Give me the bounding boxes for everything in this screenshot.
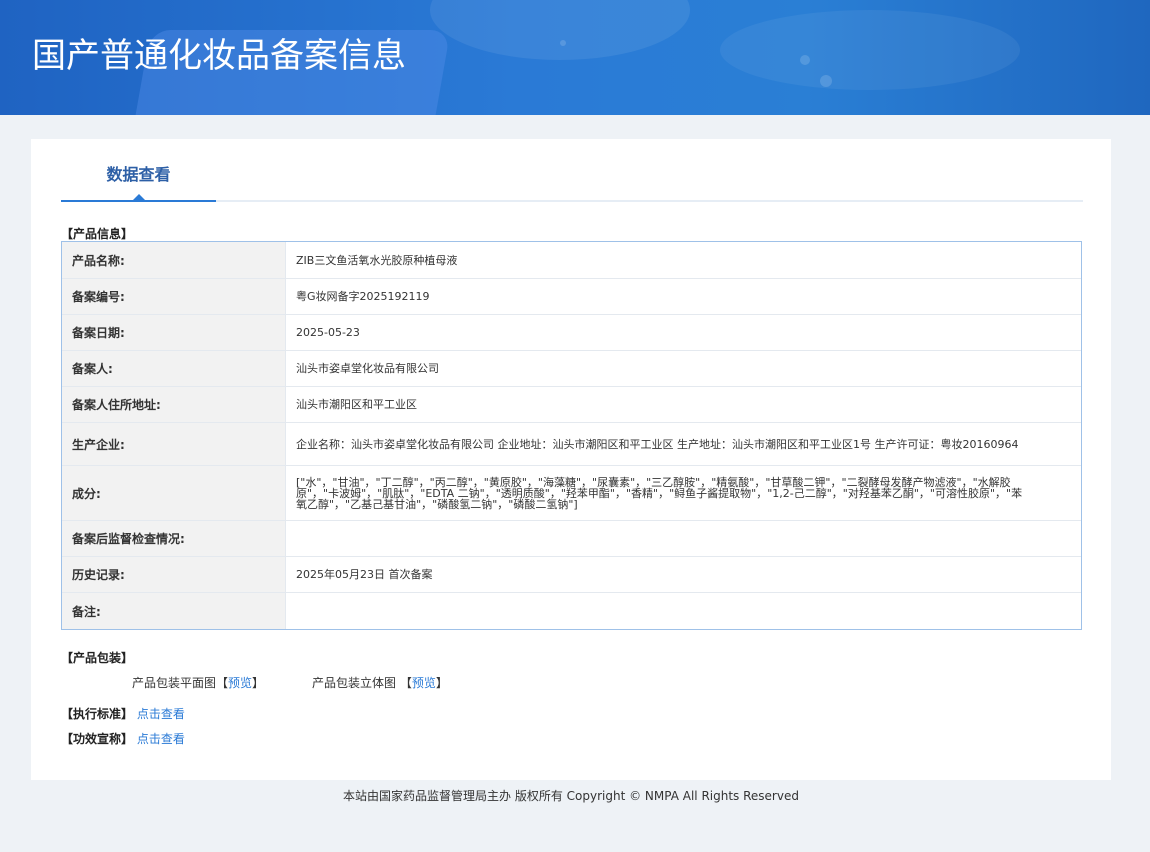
packaging-flat-item: 产品包装平面图【预览】 [132, 674, 264, 691]
row-value: 汕头市姿卓堂化妆品有限公司 [296, 362, 439, 375]
tab-active-indicator [133, 194, 145, 200]
page-title: 国产普通化妆品备案信息 [32, 36, 406, 76]
banner-decoration [560, 40, 566, 46]
banner-decoration [820, 75, 832, 87]
table-row: 历史记录: 2025年05月23日 首次备案 [62, 557, 1081, 593]
row-value: 汕头市潮阳区和平工业区 [296, 398, 417, 411]
standard-view-link[interactable]: 点击查看 [137, 707, 185, 721]
bracket: 【 [216, 676, 229, 690]
banner-decoration [720, 10, 1020, 90]
banner-decoration [430, 0, 690, 60]
standard-line: 【执行标准】 点击查看 [61, 705, 185, 722]
row-key: 产品名称: [62, 242, 286, 278]
standard-label: 【执行标准】 [61, 707, 134, 721]
row-key: 备案后监督检查情况: [62, 521, 286, 556]
table-row: 成分: ["水"，"甘油"，"丁二醇"，"丙二醇"，"黄原胶"，"海藻糖"，"尿… [62, 466, 1081, 521]
tab-data-view[interactable]: 数据查看 [61, 139, 216, 202]
row-key: 备案人: [62, 351, 286, 386]
row-value [286, 521, 1081, 556]
packaging-flat-preview-link[interactable]: 预览 [228, 676, 252, 690]
row-value: 2025年05月23日 首次备案 [296, 568, 433, 581]
banner-decoration [800, 55, 810, 65]
row-value [286, 593, 1081, 629]
efficacy-line: 【功效宣称】 点击查看 [61, 730, 185, 747]
row-key: 备案日期: [62, 315, 286, 350]
packaging-solid-preview-link[interactable]: 预览 [412, 676, 436, 690]
bracket: 】 [435, 676, 448, 690]
row-key: 历史记录: [62, 557, 286, 592]
bracket: 【 [399, 676, 412, 690]
packaging-solid-item: 产品包装立体图 【预览】 [312, 674, 448, 691]
row-value: 粤G妆网备字2025192119 [296, 290, 430, 303]
row-value: 2025-05-23 [296, 326, 360, 339]
product-info-table: 产品名称: ZIB三文鱼活氧水光胶原种植母液 备案编号: 粤G妆网备字20251… [61, 241, 1082, 630]
table-row: 备注: [62, 593, 1081, 629]
efficacy-label: 【功效宣称】 [61, 732, 134, 746]
table-row: 备案人住所地址: 汕头市潮阳区和平工业区 [62, 387, 1081, 423]
table-row: 生产企业: 企业名称：汕头市姿卓堂化妆品有限公司 企业地址：汕头市潮阳区和平工业… [62, 423, 1081, 466]
tab-bar: 数据查看 [61, 139, 1083, 202]
row-value: ["水"，"甘油"，"丁二醇"，"丙二醇"，"黄原胶"，"海藻糖"，"尿囊素"，… [296, 475, 1023, 511]
packaging-solid-label: 产品包装立体图 [312, 676, 397, 690]
content-card: 数据查看 【产品信息】 产品名称: ZIB三文鱼活氧水光胶原种植母液 备案编号:… [31, 139, 1111, 780]
footer-copyright: 本站由国家药品监督管理局主办 版权所有 Copyright © NMPA All… [343, 789, 799, 803]
row-key: 成分: [62, 466, 286, 520]
table-row: 备案编号: 粤G妆网备字2025192119 [62, 279, 1081, 315]
page-banner: 国产普通化妆品备案信息 [0, 0, 1150, 115]
product-info-heading: 【产品信息】 [61, 227, 134, 241]
row-key: 生产企业: [62, 423, 286, 465]
packaging-heading: 【产品包装】 [61, 651, 134, 665]
row-value: ZIB三文鱼活氧水光胶原种植母液 [296, 253, 458, 267]
table-row: 备案后监督检查情况: [62, 521, 1081, 557]
table-row: 产品名称: ZIB三文鱼活氧水光胶原种植母液 [62, 242, 1081, 279]
row-key: 备案人住所地址: [62, 387, 286, 422]
packaging-flat-label: 产品包装平面图 [132, 676, 217, 690]
bracket: 】 [252, 676, 265, 690]
row-key: 备案编号: [62, 279, 286, 314]
table-row: 备案日期: 2025-05-23 [62, 315, 1081, 351]
row-value: 企业名称：汕头市姿卓堂化妆品有限公司 企业地址：汕头市潮阳区和平工业区 生产地址… [296, 437, 1019, 451]
table-row: 备案人: 汕头市姿卓堂化妆品有限公司 [62, 351, 1081, 387]
efficacy-view-link[interactable]: 点击查看 [137, 732, 185, 746]
row-key: 备注: [62, 593, 286, 629]
